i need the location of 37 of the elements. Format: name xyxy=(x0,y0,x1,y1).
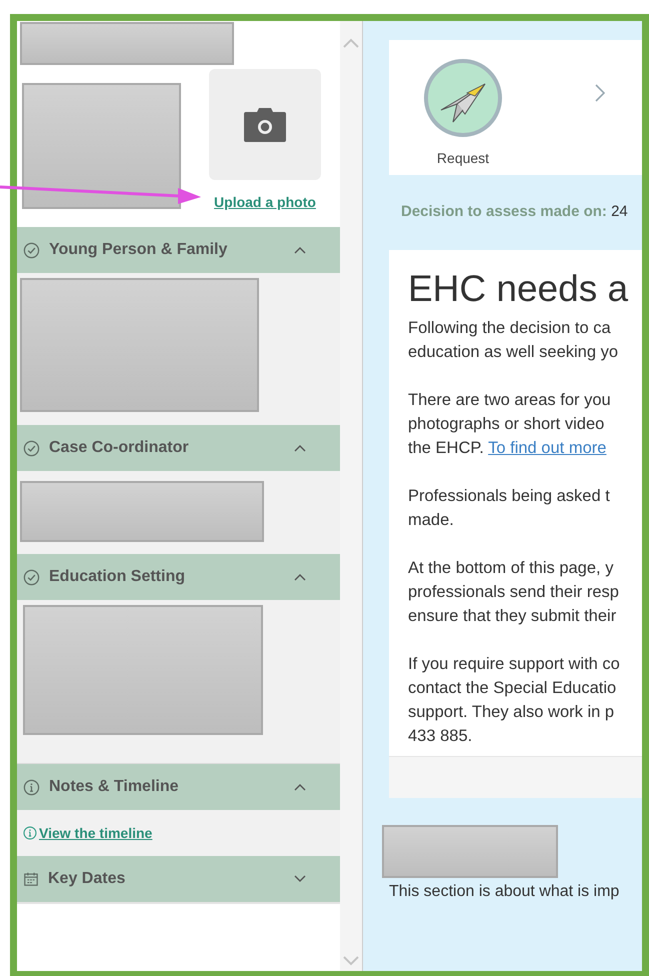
chevron-right-icon xyxy=(595,84,605,102)
section-title: Young Person & Family xyxy=(49,241,228,259)
step-label: Request xyxy=(436,150,490,166)
section-header[interactable]: Notes & Timeline xyxy=(17,764,340,810)
section-header[interactable]: Young Person & Family xyxy=(17,227,340,273)
section-title: Education Setting xyxy=(49,568,186,586)
paragraph: If you require support with co contact the Special Educatio support. They also work in p 433 885. xyxy=(408,654,621,747)
upload-photo-link[interactable]: Upload a photo xyxy=(214,194,316,210)
paper-plane-icon[interactable] xyxy=(423,58,503,138)
card-heading: EHC needs a xyxy=(408,267,630,311)
collapse-icon[interactable] xyxy=(294,573,306,581)
paragraph: Professionals being asked t made. xyxy=(408,486,611,531)
section-header[interactable]: Case Co-ordinator xyxy=(17,425,340,471)
info-icon xyxy=(23,826,37,840)
section-title: Notes & Timeline xyxy=(49,778,180,796)
camera-icon xyxy=(243,106,287,142)
collapse-icon[interactable] xyxy=(294,783,306,791)
section-intro: This section is about what is imp xyxy=(389,883,620,901)
check-circle-icon xyxy=(23,242,40,258)
section-header[interactable]: Education Setting xyxy=(17,554,340,600)
check-circle-icon xyxy=(23,568,40,586)
calendar-icon xyxy=(23,871,39,887)
check-circle-icon xyxy=(23,440,40,456)
paragraph: At the bottom of this page, y professionals send their resp ensure that they submit their xyxy=(408,558,620,627)
collapse-icon[interactable] xyxy=(294,246,306,254)
collapse-icon[interactable] xyxy=(294,444,306,452)
decision-date: Decision to assess made on: 24 xyxy=(401,203,628,220)
section-title: Key Dates xyxy=(48,870,126,888)
expand-icon[interactable] xyxy=(294,875,306,883)
info-icon xyxy=(23,778,40,796)
section-title: Case Co-ordinator xyxy=(49,439,190,457)
timeline-link[interactable]: View the timeline xyxy=(39,825,152,841)
section-header[interactable]: Key Dates xyxy=(17,856,340,904)
paragraph: Following the decision to ca education as well seeking yo xyxy=(408,318,620,363)
paragraph: There are two areas for you photographs or short video the EHCP. To find out more xyxy=(408,390,612,459)
photo-placeholder[interactable] xyxy=(209,69,321,180)
info-link[interactable]: To find out more xyxy=(488,439,606,457)
